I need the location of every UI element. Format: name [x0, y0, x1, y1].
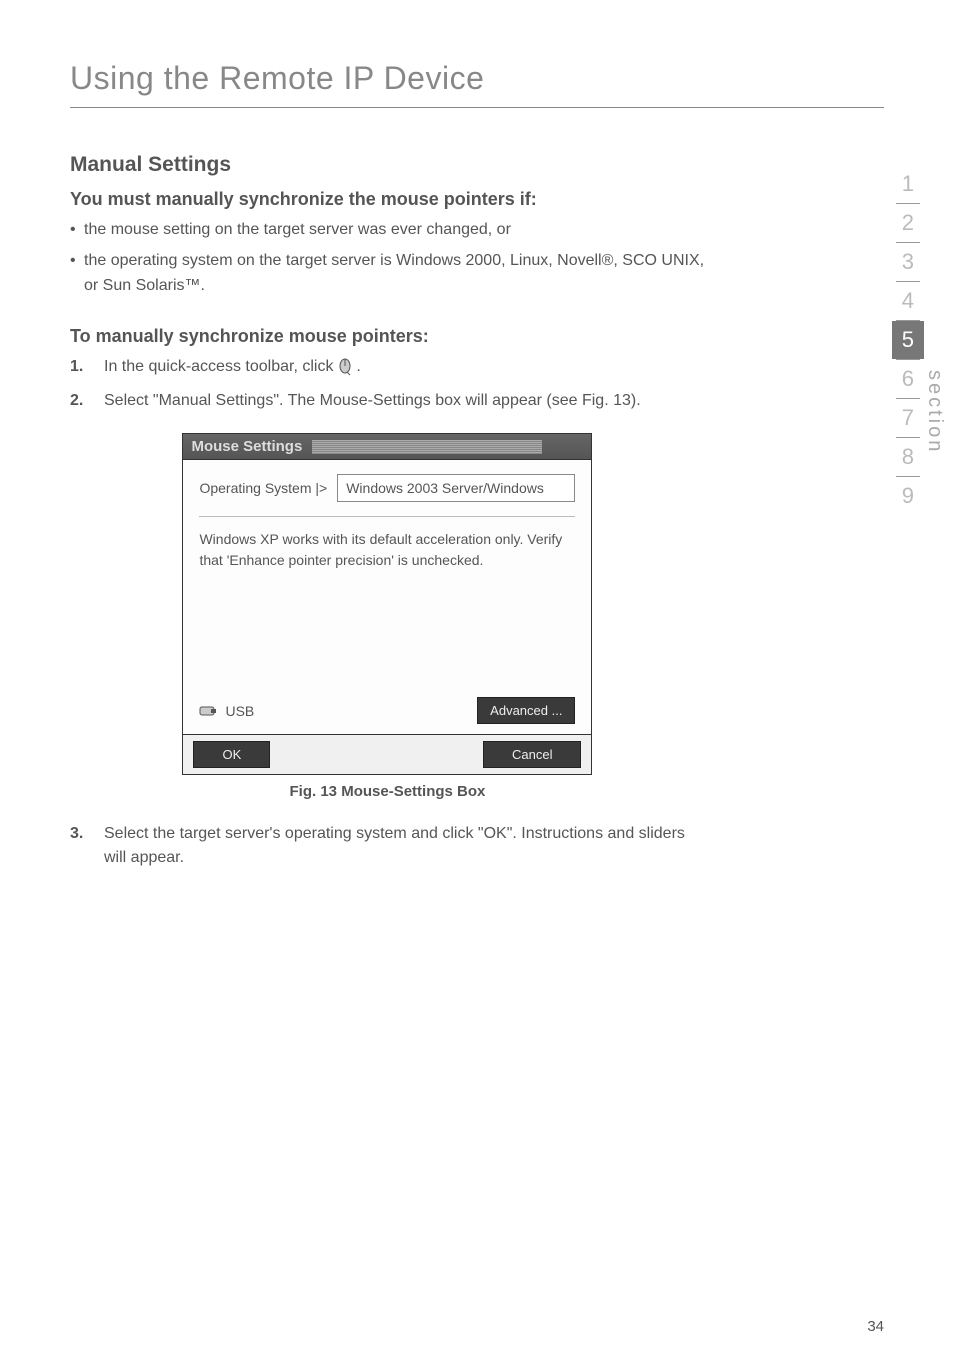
title-rule — [70, 107, 884, 108]
index-item-2: 2 — [892, 204, 924, 242]
dialog-body: Operating System |> Windows 2003 Server/… — [183, 460, 591, 734]
index-item-1: 1 — [892, 165, 924, 203]
index-item-3: 3 — [892, 243, 924, 281]
titlebar-hatch — [312, 440, 542, 454]
section-index: 1 2 3 4 5 6 7 8 9 section — [892, 165, 924, 515]
dialog-titlebar: Mouse Settings — [183, 434, 591, 460]
dialog-divider — [199, 516, 575, 517]
section-vertical-label: section — [923, 370, 946, 454]
figure-wrap: Mouse Settings Operating System |> Windo… — [70, 433, 705, 775]
bullet-item: the mouse setting on the target server w… — [70, 218, 705, 243]
index-item-5-active: 5 — [892, 321, 924, 359]
usb-row: USB Advanced ... — [199, 697, 575, 724]
index-item-6: 6 — [892, 360, 924, 398]
step-text: In the quick-access toolbar, click . — [104, 355, 705, 379]
step-text-after: . — [356, 358, 360, 375]
os-row: Operating System |> Windows 2003 Server/… — [199, 474, 575, 502]
heading-to-sync: To manually synchronize mouse pointers: — [70, 326, 705, 347]
bullet-item: the operating system on the target serve… — [70, 249, 705, 299]
step-1: 1. In the quick-access toolbar, click . — [70, 355, 705, 379]
heading-sync-if: You must manually synchronize the mouse … — [70, 189, 705, 210]
dialog-title: Mouse Settings — [191, 438, 302, 455]
step-text: Select "Manual Settings". The Mouse-Sett… — [104, 389, 705, 413]
step-number: 3. — [70, 822, 104, 870]
usb-left: USB — [199, 703, 254, 719]
step-number: 2. — [70, 389, 104, 413]
usb-connector-icon — [199, 704, 217, 718]
page-number: 34 — [867, 1318, 884, 1335]
os-label: Operating System |> — [199, 480, 327, 496]
figure-caption: Fig. 13 Mouse-Settings Box — [70, 783, 705, 800]
step-text-before: In the quick-access toolbar, click — [104, 358, 338, 375]
step-number: 1. — [70, 355, 104, 379]
mouse-cursor-icon — [338, 358, 352, 376]
bullet-list: the mouse setting on the target server w… — [70, 218, 705, 298]
index-item-8: 8 — [892, 438, 924, 476]
dialog-note: Windows XP works with its default accele… — [199, 529, 575, 689]
main-content: Manual Settings You must manually synchr… — [70, 153, 705, 870]
dialog-footer: OK Cancel — [183, 734, 591, 774]
step-2: 2. Select "Manual Settings". The Mouse-S… — [70, 389, 705, 413]
advanced-button[interactable]: Advanced ... — [477, 697, 575, 724]
index-item-9: 9 — [892, 477, 924, 515]
heading-manual-settings: Manual Settings — [70, 153, 705, 177]
mouse-settings-dialog: Mouse Settings Operating System |> Windo… — [182, 433, 592, 775]
index-item-7: 7 — [892, 399, 924, 437]
cancel-button[interactable]: Cancel — [483, 741, 581, 768]
ok-button[interactable]: OK — [193, 741, 270, 768]
step-3: 3. Select the target server's operating … — [70, 822, 705, 870]
step-text: Select the target server's operating sys… — [104, 822, 705, 870]
usb-label: USB — [225, 703, 254, 719]
os-select[interactable]: Windows 2003 Server/Windows — [337, 474, 575, 502]
page-title: Using the Remote IP Device — [70, 60, 884, 97]
index-item-4: 4 — [892, 282, 924, 320]
